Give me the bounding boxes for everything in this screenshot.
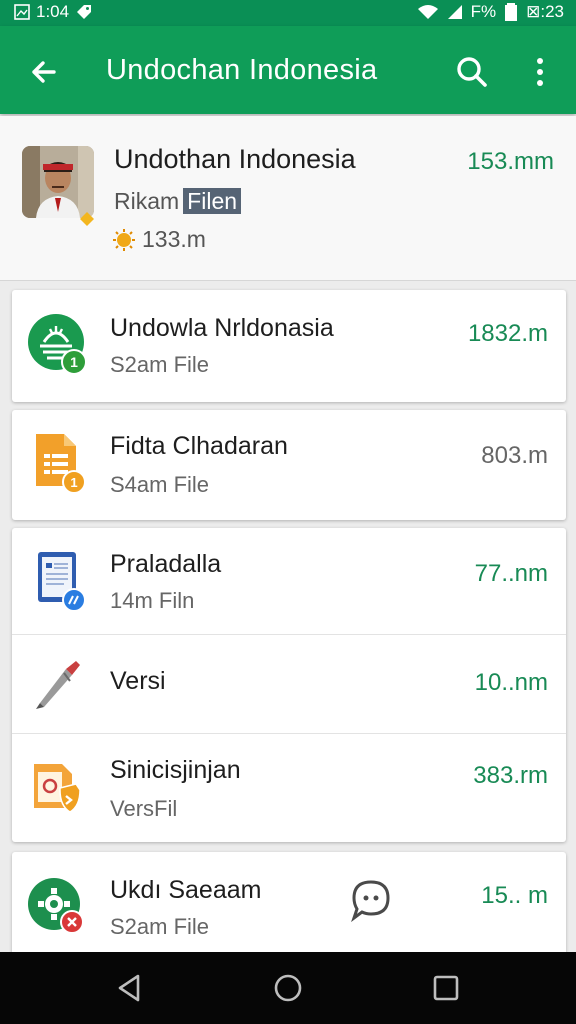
profile-meta: 133.m	[112, 226, 206, 253]
back-nav-icon[interactable]	[114, 972, 146, 1004]
file-row[interactable]: 1 Fidta Clhadaran S4am File 803.m	[12, 410, 566, 520]
profile-tag: Filen	[183, 188, 242, 214]
navigation-bar	[0, 952, 576, 1024]
search-icon[interactable]	[452, 52, 492, 92]
signal-icon	[447, 5, 462, 19]
file-subtitle: S2am File	[110, 352, 210, 377]
file-card: 1 Undowla Nrldonasia S2am File 1832.m	[12, 290, 566, 402]
sun-badge-icon	[113, 228, 135, 251]
file-size: 383.rm	[473, 762, 548, 789]
green-gear-icon	[28, 878, 84, 934]
screenshot-icon	[14, 4, 30, 20]
file-row[interactable]: Versi 10..nm	[12, 635, 566, 733]
tag-icon	[77, 5, 92, 19]
file-name: Ukdı Saeaam	[110, 876, 262, 904]
orange-shield-doc-icon	[34, 764, 81, 813]
orange-doc-icon: 1	[36, 434, 86, 494]
more-options-icon[interactable]	[522, 52, 558, 92]
recents-nav-icon[interactable]	[430, 972, 462, 1004]
profile-header[interactable]: Undothan Indonesia Rikam Filen 133.m 153.…	[0, 116, 576, 281]
file-row[interactable]: Ukdı Saeaam S2am File 15.. m	[12, 852, 566, 962]
chat-bubble-icon[interactable]	[350, 878, 392, 922]
svg-text:1: 1	[70, 354, 78, 370]
file-group-card: Praladalla 14m Filn 77..nm Versi 10..nm …	[12, 528, 566, 842]
diamond-badge-icon	[80, 212, 94, 226]
profile-name: Undothan Indonesia	[114, 144, 356, 174]
file-size: 77..nm	[474, 560, 548, 587]
file-card: Ukdı Saeaam S2am File 15.. m	[12, 852, 566, 962]
file-name: Undowla Nrldonasia	[110, 314, 334, 342]
profile-subtitle: Rikam Filen	[114, 188, 242, 215]
file-size: 1832.m	[467, 320, 548, 347]
file-name: Sinicisjinjan	[110, 756, 241, 784]
page-title: Undochan Indonesia	[106, 54, 378, 86]
file-size: 10..nm	[474, 669, 548, 696]
app-bar: Undochan Indonesia	[0, 26, 576, 114]
battery-percent: F%	[470, 2, 497, 21]
home-nav-icon[interactable]	[272, 972, 304, 1004]
file-name: Fidta Clhadaran	[110, 432, 288, 460]
file-subtitle: 14m Filn	[110, 588, 195, 613]
wifi-icon	[417, 5, 438, 19]
profile-subtitle-text: Rikam	[114, 188, 180, 214]
file-subtitle: S4am File	[110, 472, 210, 497]
file-row[interactable]: Praladalla 14m Filn 77..nm	[12, 528, 566, 634]
file-card: 1 Fidta Clhadaran S4am File 803.m	[12, 410, 566, 520]
file-subtitle: S2am File	[110, 914, 210, 939]
blue-doc-icon	[38, 552, 86, 612]
svg-text:1: 1	[70, 475, 77, 490]
file-name: Praladalla	[110, 550, 222, 578]
file-name: Versi	[110, 667, 166, 695]
profile-size: 153.mm	[467, 148, 554, 175]
pen-icon	[36, 661, 80, 709]
file-subtitle: VersFil	[110, 796, 178, 821]
status-time: 1:04	[36, 2, 70, 21]
file-size: 803.m	[481, 442, 548, 469]
back-arrow-icon[interactable]	[24, 52, 64, 92]
status-clock: ⊠:23	[526, 2, 564, 21]
battery-icon	[505, 3, 518, 21]
profile-meta-value: 133.m	[142, 226, 206, 252]
avatar	[22, 146, 94, 218]
status-bar: 1:04 F% ⊠:23	[0, 0, 576, 26]
file-row[interactable]: 1 Undowla Nrldonasia S2am File 1832.m	[12, 290, 566, 402]
file-row[interactable]: Sinicisjinjan VersFil 383.rm	[12, 734, 566, 842]
green-logo-icon: 1	[28, 314, 87, 375]
file-size: 15.. m	[481, 882, 548, 909]
